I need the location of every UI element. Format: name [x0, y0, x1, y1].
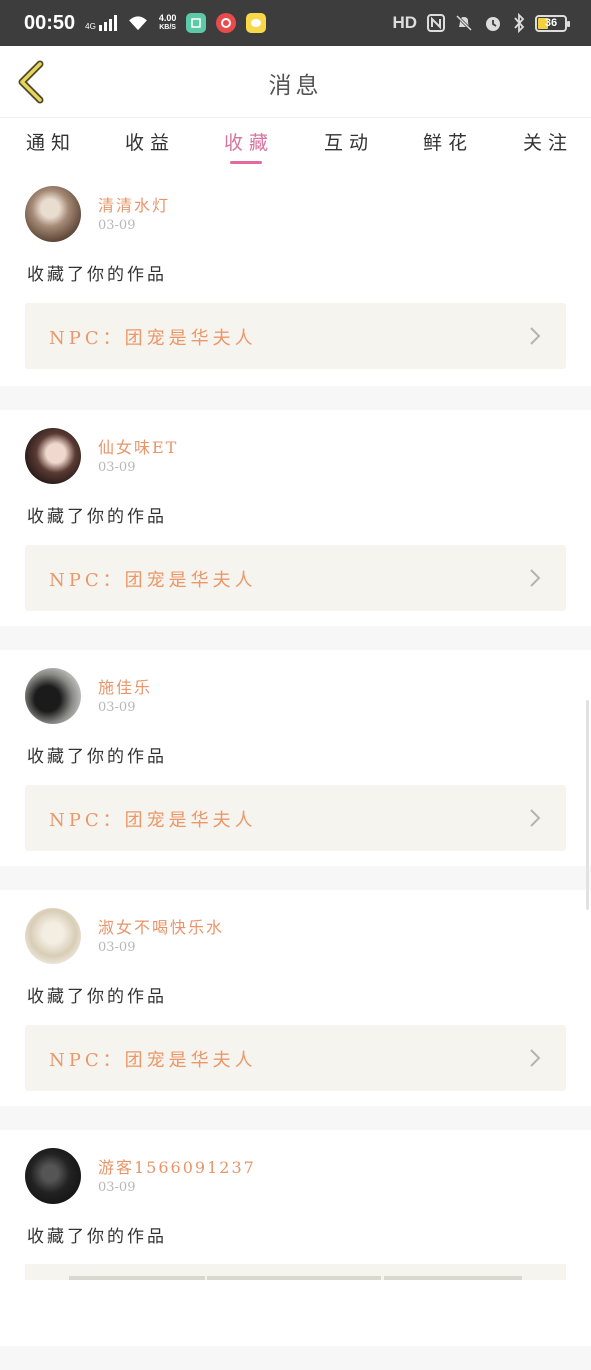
username[interactable]: 淑女不喝快乐水	[98, 914, 224, 938]
list-item: 仙女味ET 03-09 收藏了你的作品 NPC：团宠是华夫人	[0, 410, 591, 626]
item-date: 03-09	[98, 460, 136, 475]
app-header: 消息	[0, 46, 591, 118]
tab-favorites[interactable]: 收藏	[224, 128, 274, 155]
list-item: 游客1566091237 03-09 收藏了你的作品	[0, 1130, 591, 1346]
app-notify-icon-3	[246, 13, 267, 33]
net-speed: 4.00 KB/S	[159, 14, 177, 32]
chevron-right-icon	[530, 809, 541, 827]
list-item: 清清水灯 03-09 收藏了你的作品 NPC：团宠是华夫人	[0, 168, 591, 386]
nfc-icon	[427, 14, 445, 32]
work-title: NPC：团宠是华夫人	[49, 1050, 257, 1071]
status-bar: 00:50 4G 4.00 KB/S HD 36	[0, 0, 591, 46]
battery-icon: 36	[535, 14, 570, 32]
username[interactable]: 清清水灯	[98, 192, 170, 216]
username[interactable]: 游客1566091237	[98, 1154, 256, 1178]
net-speed-unit: KB/S	[159, 24, 176, 31]
item-date: 03-09	[98, 218, 136, 233]
active-tab-indicator	[230, 161, 262, 164]
list-item: 施佳乐 03-09 收藏了你的作品 NPC：团宠是华夫人	[0, 650, 591, 866]
status-time: 00:50	[24, 11, 76, 34]
work-title: NPC：团宠是华夫人	[49, 328, 257, 349]
item-date: 03-09	[98, 940, 136, 955]
tab-follow[interactable]: 关注	[523, 128, 573, 155]
page-title: 消息	[268, 73, 323, 99]
tab-notice[interactable]: 通知	[26, 128, 76, 155]
avatar[interactable]	[25, 1148, 81, 1204]
wifi-icon	[128, 16, 147, 31]
work-link-partial[interactable]	[25, 1264, 566, 1280]
work-link[interactable]: NPC：团宠是华夫人	[25, 1025, 566, 1091]
battery-level: 36	[544, 17, 558, 29]
network-type: 4G	[85, 22, 96, 31]
signal-icon: 4G	[85, 15, 117, 31]
alarm-icon	[486, 17, 500, 31]
action-text: 收藏了你的作品	[27, 747, 167, 767]
app-notify-icon	[186, 13, 207, 33]
tab-flowers[interactable]: 鲜花	[423, 128, 473, 155]
net-speed-value: 4.00	[158, 13, 177, 23]
username[interactable]: 施佳乐	[98, 674, 152, 698]
list-item: 淑女不喝快乐水 03-09 收藏了你的作品 NPC：团宠是华夫人	[0, 890, 591, 1106]
item-date: 03-09	[98, 1180, 136, 1195]
avatar[interactable]	[25, 668, 81, 724]
chevron-right-icon	[530, 327, 541, 345]
scrollbar[interactable]	[586, 700, 589, 910]
chevron-right-icon	[530, 569, 541, 587]
message-list: 清清水灯 03-09 收藏了你的作品 NPC：团宠是华夫人 仙女味ET 03-0…	[0, 168, 591, 1370]
tab-interaction[interactable]: 互动	[324, 128, 374, 155]
mute-icon	[455, 14, 473, 32]
username[interactable]: 仙女味ET	[98, 434, 178, 458]
work-link[interactable]: NPC：团宠是华夫人	[25, 303, 566, 369]
app-notify-icon-2	[216, 13, 237, 33]
tab-earnings[interactable]: 收益	[125, 128, 175, 155]
item-date: 03-09	[98, 700, 136, 715]
avatar[interactable]	[25, 428, 81, 484]
work-link[interactable]: NPC：团宠是华夫人	[25, 545, 566, 611]
work-title: NPC：团宠是华夫人	[49, 810, 257, 831]
action-text: 收藏了你的作品	[27, 987, 167, 1007]
avatar[interactable]	[25, 908, 81, 964]
action-text: 收藏了你的作品	[27, 1227, 167, 1247]
avatar[interactable]	[25, 186, 81, 242]
action-text: 收藏了你的作品	[27, 265, 167, 285]
bluetooth-icon	[514, 13, 525, 33]
tab-bar: 通知 收益 收藏 互动 鲜花 关注	[0, 118, 591, 168]
work-link[interactable]: NPC：团宠是华夫人	[25, 785, 566, 851]
hd-indicator: HD	[392, 13, 417, 32]
work-title: NPC：团宠是华夫人	[49, 570, 257, 591]
action-text: 收藏了你的作品	[27, 507, 167, 527]
chevron-right-icon	[530, 1049, 541, 1067]
